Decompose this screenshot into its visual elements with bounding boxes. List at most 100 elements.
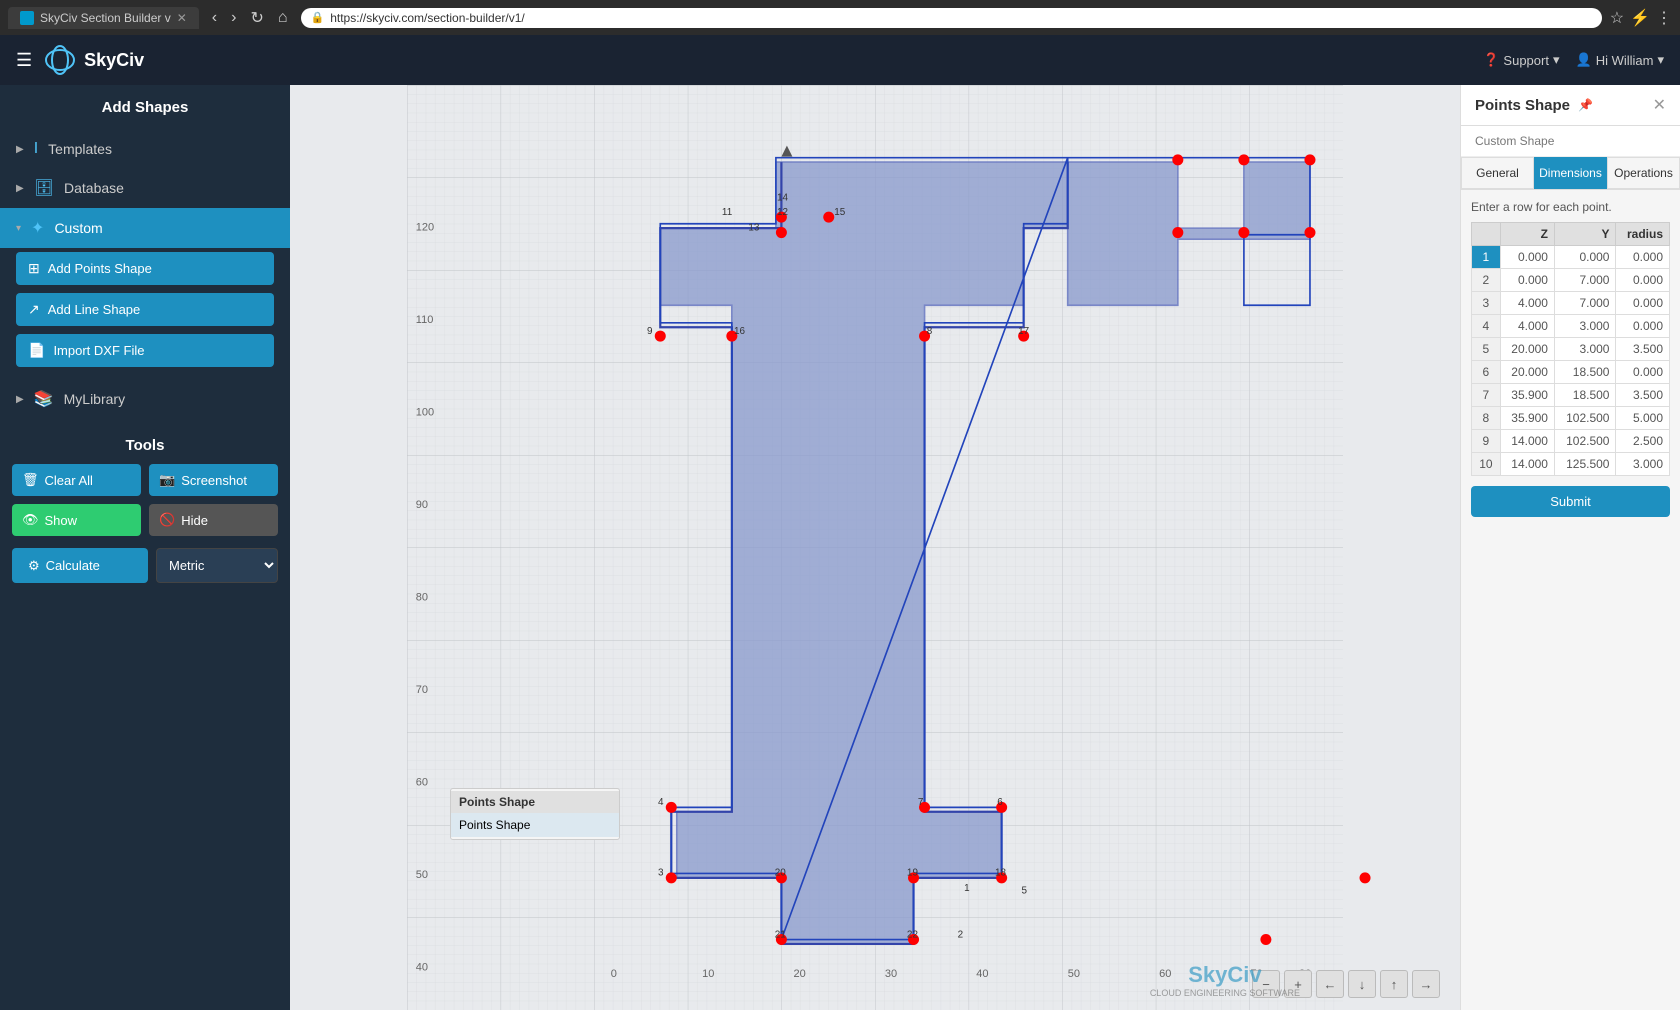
- row-num: 6: [1472, 361, 1501, 384]
- cell-y[interactable]: 0.000: [1554, 246, 1616, 269]
- reload-button[interactable]: ↻: [245, 6, 268, 30]
- calculate-button[interactable]: ⚙ Calculate: [12, 548, 148, 583]
- tab-close-icon[interactable]: ✕: [177, 11, 187, 25]
- unit-select[interactable]: Metric Imperial: [156, 548, 278, 583]
- custom-icon: ✦: [31, 218, 44, 238]
- cell-radius[interactable]: 0.000: [1616, 361, 1670, 384]
- svg-text:7: 7: [918, 797, 924, 808]
- table-row[interactable]: 44.0003.0000.000: [1472, 315, 1670, 338]
- cell-z[interactable]: 20.000: [1500, 338, 1554, 361]
- sidebar-item-custom[interactable]: ▾ ✦ Custom: [0, 208, 290, 248]
- menu-icon[interactable]: ⋮: [1656, 8, 1672, 28]
- cell-z[interactable]: 35.900: [1500, 407, 1554, 430]
- pan-left-button[interactable]: ←: [1316, 970, 1344, 998]
- cell-z[interactable]: 4.000: [1500, 315, 1554, 338]
- cell-radius[interactable]: 0.000: [1616, 246, 1670, 269]
- main-layout: Add Shapes ▶ I Templates ▶ 🗄 Database ▾ …: [0, 85, 1680, 1010]
- cell-radius[interactable]: 3.500: [1616, 384, 1670, 407]
- logo: SkyCiv: [44, 44, 144, 76]
- back-button[interactable]: ‹: [207, 7, 222, 29]
- table-row[interactable]: 10.0000.0000.000: [1472, 246, 1670, 269]
- svg-text:16: 16: [734, 326, 746, 337]
- submit-button[interactable]: Submit: [1471, 486, 1670, 517]
- table-row[interactable]: 1014.000125.5003.000: [1472, 453, 1670, 476]
- support-button[interactable]: ❓ Support ▾: [1483, 52, 1559, 68]
- watermark-sub: CLOUD ENGINEERING SOFTWARE: [1150, 988, 1300, 998]
- cell-z[interactable]: 20.000: [1500, 361, 1554, 384]
- table-row[interactable]: 620.00018.5000.000: [1472, 361, 1670, 384]
- cell-z[interactable]: 0.000: [1500, 246, 1554, 269]
- home-button[interactable]: ⌂: [273, 7, 293, 29]
- pan-down-button[interactable]: ↓: [1348, 970, 1376, 998]
- row-num: 4: [1472, 315, 1501, 338]
- cell-radius[interactable]: 3.500: [1616, 338, 1670, 361]
- cell-radius[interactable]: 0.000: [1616, 269, 1670, 292]
- table-row[interactable]: 34.0007.0000.000: [1472, 292, 1670, 315]
- address-bar[interactable]: 🔒 https://skyciv.com/section-builder/v1/: [301, 8, 1602, 28]
- user-button[interactable]: 👤 Hi William ▾: [1576, 52, 1665, 68]
- cell-radius[interactable]: 5.000: [1616, 407, 1670, 430]
- shape-tooltip[interactable]: Points Shape Points Shape: [450, 788, 620, 840]
- col-header-y: Y: [1554, 223, 1616, 246]
- screenshot-button[interactable]: 📷 Screenshot: [149, 464, 278, 496]
- database-label: Database: [64, 180, 124, 196]
- cell-y[interactable]: 102.500: [1554, 430, 1616, 453]
- browser-tab[interactable]: SkyCiv Section Builder v ✕: [8, 7, 199, 29]
- cell-y[interactable]: 7.000: [1554, 292, 1616, 315]
- hide-button[interactable]: 🚫 Hide: [149, 504, 278, 536]
- panel-close-button[interactable]: ✕: [1653, 95, 1666, 115]
- cell-y[interactable]: 3.000: [1554, 315, 1616, 338]
- cell-radius[interactable]: 3.000: [1616, 453, 1670, 476]
- calculate-label: Calculate: [46, 558, 100, 573]
- table-row[interactable]: 520.0003.0003.500: [1472, 338, 1670, 361]
- clear-all-button[interactable]: 🗑 Clear All: [12, 464, 141, 496]
- cell-z[interactable]: 14.000: [1500, 430, 1554, 453]
- pan-right-button[interactable]: →: [1412, 970, 1440, 998]
- templates-icon: I: [34, 140, 38, 158]
- svg-text:0: 0: [611, 968, 617, 980]
- bookmark-icon[interactable]: ☆: [1610, 8, 1624, 28]
- tab-favicon: [20, 11, 34, 25]
- tooltip-item[interactable]: Points Shape: [451, 813, 619, 837]
- points-table-container[interactable]: Z Y radius 10.0000.0000.00020.0007.0000.…: [1471, 222, 1670, 476]
- cell-y[interactable]: 125.500: [1554, 453, 1616, 476]
- tab-operations[interactable]: Operations: [1607, 157, 1680, 189]
- tab-general[interactable]: General: [1461, 157, 1534, 189]
- cell-y[interactable]: 18.500: [1554, 361, 1616, 384]
- add-shapes-title: Add Shapes: [0, 85, 290, 130]
- pan-up-button[interactable]: ↑: [1380, 970, 1408, 998]
- forward-button[interactable]: ›: [226, 7, 241, 29]
- cell-radius[interactable]: 2.500: [1616, 430, 1670, 453]
- cell-y[interactable]: 7.000: [1554, 269, 1616, 292]
- cell-y[interactable]: 3.000: [1554, 338, 1616, 361]
- hamburger-menu-icon[interactable]: ☰: [16, 50, 32, 71]
- cell-z[interactable]: 35.900: [1500, 384, 1554, 407]
- table-row[interactable]: 835.900102.5005.000: [1472, 407, 1670, 430]
- panel-subtitle: Custom Shape: [1461, 126, 1680, 157]
- cell-y[interactable]: 18.500: [1554, 384, 1616, 407]
- cell-radius[interactable]: 0.000: [1616, 292, 1670, 315]
- extensions-icon[interactable]: ⚡: [1630, 8, 1650, 28]
- canvas-area[interactable]: 120 110 100 90 80 70 60 50 40 0 10 20 30…: [290, 85, 1460, 1010]
- add-points-shape-button[interactable]: ⊞ Add Points Shape: [16, 252, 274, 285]
- sidebar-item-mylibrary[interactable]: ▶ 📚 MyLibrary: [0, 379, 290, 419]
- cell-z[interactable]: 14.000: [1500, 453, 1554, 476]
- cell-z[interactable]: 4.000: [1500, 292, 1554, 315]
- table-row[interactable]: 914.000102.5002.500: [1472, 430, 1670, 453]
- cell-radius[interactable]: 0.000: [1616, 315, 1670, 338]
- sidebar-item-templates[interactable]: ▶ I Templates: [0, 130, 290, 168]
- col-header-row: [1472, 223, 1501, 246]
- database-icon: 🗄: [34, 178, 54, 198]
- cell-z[interactable]: 0.000: [1500, 269, 1554, 292]
- tab-dimensions[interactable]: Dimensions: [1534, 157, 1607, 189]
- table-row[interactable]: 20.0007.0000.000: [1472, 269, 1670, 292]
- calculate-icon: ⚙: [28, 558, 40, 574]
- table-row[interactable]: 735.90018.5003.500: [1472, 384, 1670, 407]
- import-dxf-button[interactable]: 📄 Import DXF File: [16, 334, 274, 367]
- show-button[interactable]: 👁 Show: [12, 504, 141, 536]
- add-line-shape-button[interactable]: ↗ Add Line Shape: [16, 293, 274, 326]
- cell-y[interactable]: 102.500: [1554, 407, 1616, 430]
- sidebar-item-database[interactable]: ▶ 🗄 Database: [0, 168, 290, 208]
- svg-text:100: 100: [416, 406, 434, 418]
- panel-pin-icon: 📌: [1578, 98, 1593, 112]
